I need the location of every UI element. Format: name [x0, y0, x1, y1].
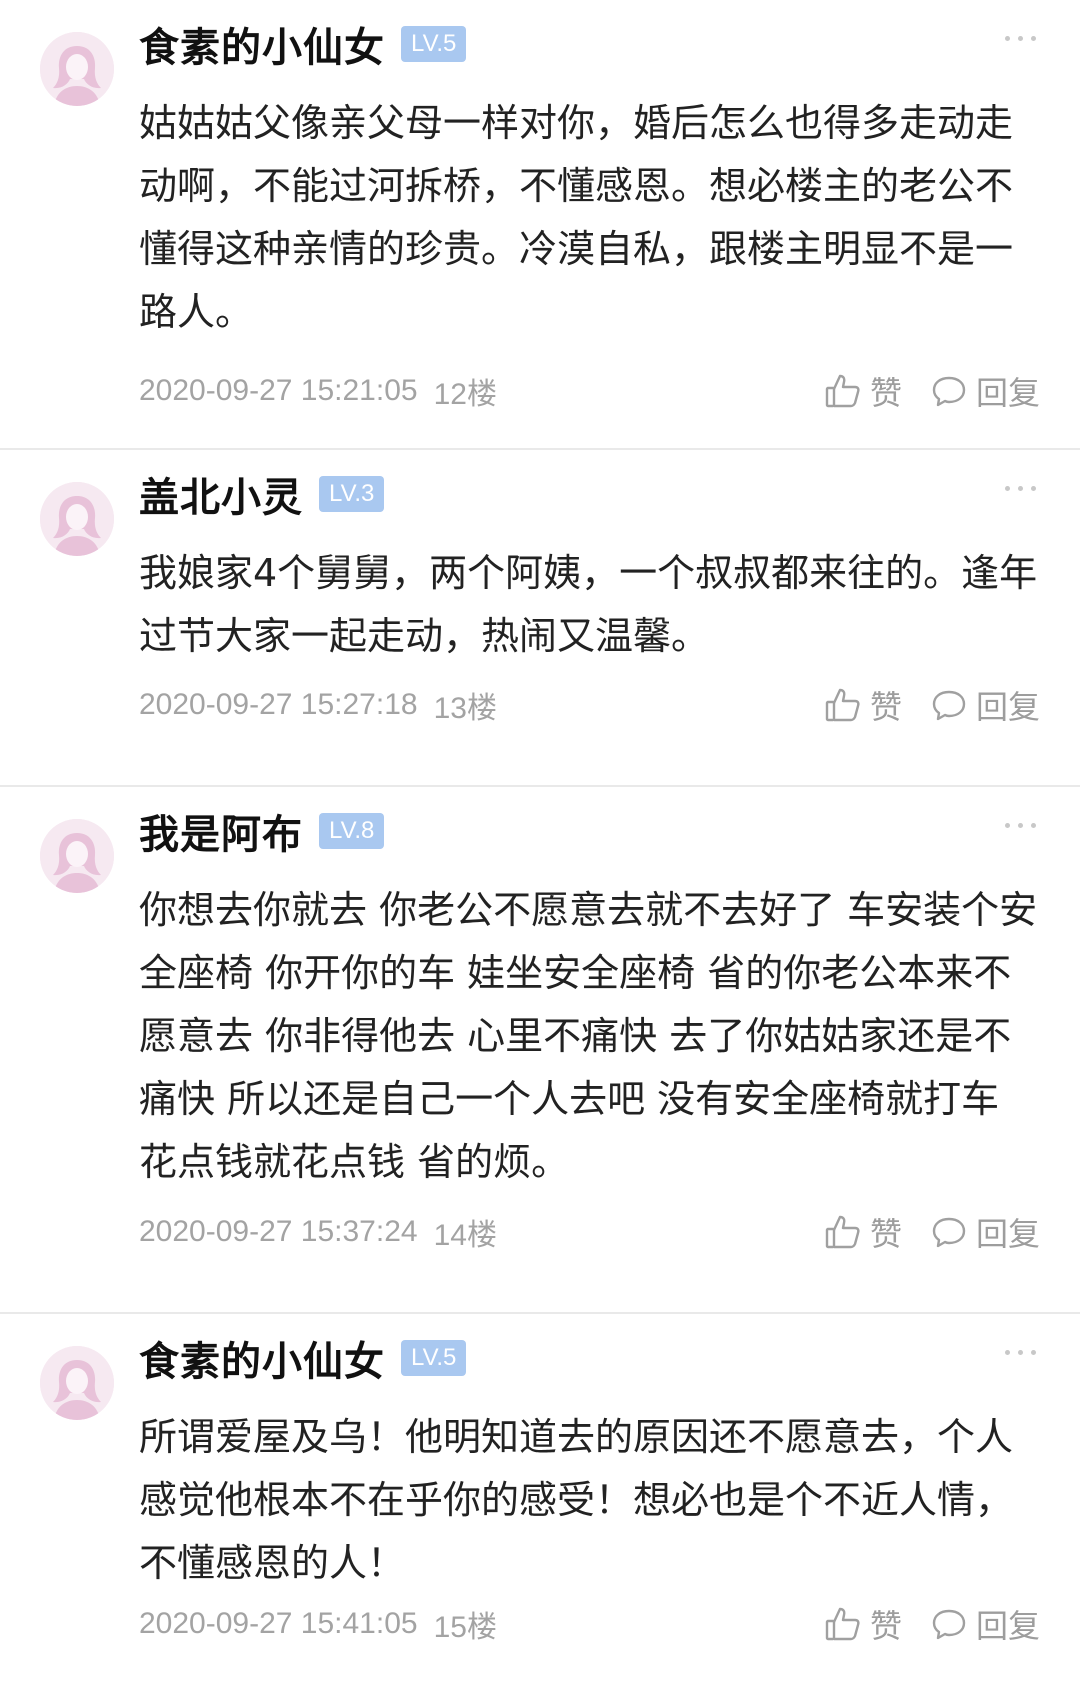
- comment-actions: 赞 回复: [824, 1599, 1040, 1649]
- floor-number: 12楼: [433, 378, 497, 411]
- like-button[interactable]: 赞: [824, 1209, 902, 1255]
- more-dots-icon[interactable]: [1005, 36, 1036, 41]
- avatar-icon[interactable]: [40, 32, 114, 106]
- comment-meta: 2020-09-27 15:21:05 12楼: [139, 366, 497, 416]
- like-label: 赞: [869, 1215, 902, 1253]
- comment-header: 食素的小仙女 LV.5: [139, 14, 467, 74]
- comment-text: 你想去你就去 你老公不愿意去就不去好了 车安装个安全座椅 你开你的车 娃坐安全座…: [139, 888, 1038, 1184]
- like-label: 赞: [869, 1607, 902, 1645]
- reply-button[interactable]: 回复: [930, 1209, 1040, 1255]
- comment-actions: 赞 回复: [824, 680, 1040, 730]
- reply-label: 回复: [975, 374, 1040, 412]
- comment-header: 食素的小仙女 LV.5: [139, 1328, 467, 1388]
- reply-button[interactable]: 回复: [930, 1601, 1040, 1647]
- comment-text: 所谓爱屋及乌！他明知道去的原因还不愿意去，个人感觉他根本不在乎你的感受！想必也是…: [139, 1415, 1014, 1585]
- comment-item: 食素的小仙女 LV.5 姑姑姑父像亲父母一样对你，婚后怎么也得多走动走动啊，不能…: [0, 0, 1080, 450]
- level-badge: LV.5: [401, 26, 467, 62]
- comment-text: 我娘家4个舅舅，两个阿姨，一个叔叔都来往的。逢年过节大家一起走动，热闹又温馨。: [139, 551, 1038, 658]
- like-button[interactable]: 赞: [824, 368, 902, 414]
- avatar-icon[interactable]: [40, 1346, 114, 1420]
- like-button[interactable]: 赞: [824, 1601, 902, 1647]
- comment-bubble-icon: [932, 1217, 966, 1248]
- username[interactable]: 我是阿布: [139, 802, 303, 860]
- comment-bubble-icon: [932, 376, 966, 407]
- floor-number: 15楼: [433, 1611, 497, 1644]
- thumbs-up-icon: [825, 374, 860, 408]
- more-dots-icon[interactable]: [1005, 1350, 1036, 1355]
- thumbs-up-icon: [825, 1607, 860, 1641]
- level-badge: LV.8: [319, 813, 385, 849]
- comment-meta: 2020-09-27 15:41:05 15楼: [139, 1599, 497, 1649]
- comment-meta: 2020-09-27 15:37:24 14楼: [139, 1207, 497, 1257]
- comment-meta: 2020-09-27 15:27:18 13楼: [139, 680, 497, 730]
- level-badge: LV.5: [401, 1340, 467, 1376]
- username[interactable]: 盖北小灵: [139, 465, 303, 523]
- comment-item: 盖北小灵 LV.3 我娘家4个舅舅，两个阿姨，一个叔叔都来往的。逢年过节大家一起…: [0, 450, 1080, 787]
- comment-header: 盖北小灵 LV.3: [139, 464, 385, 524]
- comment-bubble-icon: [932, 690, 966, 721]
- level-badge: LV.3: [319, 476, 385, 512]
- comment-actions: 赞 回复: [824, 1207, 1040, 1257]
- like-button[interactable]: 赞: [824, 682, 902, 728]
- timestamp: 2020-09-27 15:41:05: [139, 1607, 418, 1640]
- floor-number: 13楼: [433, 692, 497, 725]
- comment-list: 食素的小仙女 LV.5 姑姑姑父像亲父母一样对你，婚后怎么也得多走动走动啊，不能…: [0, 0, 1080, 1687]
- timestamp: 2020-09-27 15:27:18: [139, 688, 418, 721]
- reply-label: 回复: [975, 1607, 1040, 1645]
- avatar-icon[interactable]: [40, 819, 114, 893]
- like-label: 赞: [869, 374, 902, 412]
- avatar-icon[interactable]: [40, 482, 114, 556]
- thumbs-up-icon: [825, 688, 860, 722]
- reply-button[interactable]: 回复: [930, 368, 1040, 414]
- comment-text: 姑姑姑父像亲父母一样对你，婚后怎么也得多走动走动啊，不能过河拆桥，不懂感恩。想必…: [139, 101, 1014, 334]
- reply-label: 回复: [975, 688, 1040, 726]
- timestamp: 2020-09-27 15:21:05: [139, 374, 418, 407]
- timestamp: 2020-09-27 15:37:24: [139, 1215, 418, 1248]
- comment-item: 我是阿布 LV.8 你想去你就去 你老公不愿意去就不去好了 车安装个安全座椅 你…: [0, 787, 1080, 1314]
- username[interactable]: 食素的小仙女: [139, 15, 385, 73]
- comment-header: 我是阿布 LV.8: [139, 801, 385, 861]
- more-dots-icon[interactable]: [1005, 486, 1036, 491]
- thumbs-up-icon: [825, 1215, 860, 1249]
- comment-bubble-icon: [932, 1609, 966, 1640]
- reply-button[interactable]: 回复: [930, 682, 1040, 728]
- more-dots-icon[interactable]: [1005, 823, 1036, 828]
- like-label: 赞: [869, 688, 902, 726]
- floor-number: 14楼: [433, 1219, 497, 1252]
- username[interactable]: 食素的小仙女: [139, 1329, 385, 1387]
- comment-actions: 赞 回复: [824, 366, 1040, 416]
- reply-label: 回复: [975, 1215, 1040, 1253]
- comment-item: 食素的小仙女 LV.5 所谓爱屋及乌！他明知道去的原因还不愿意去，个人感觉他根本…: [0, 1314, 1080, 1687]
